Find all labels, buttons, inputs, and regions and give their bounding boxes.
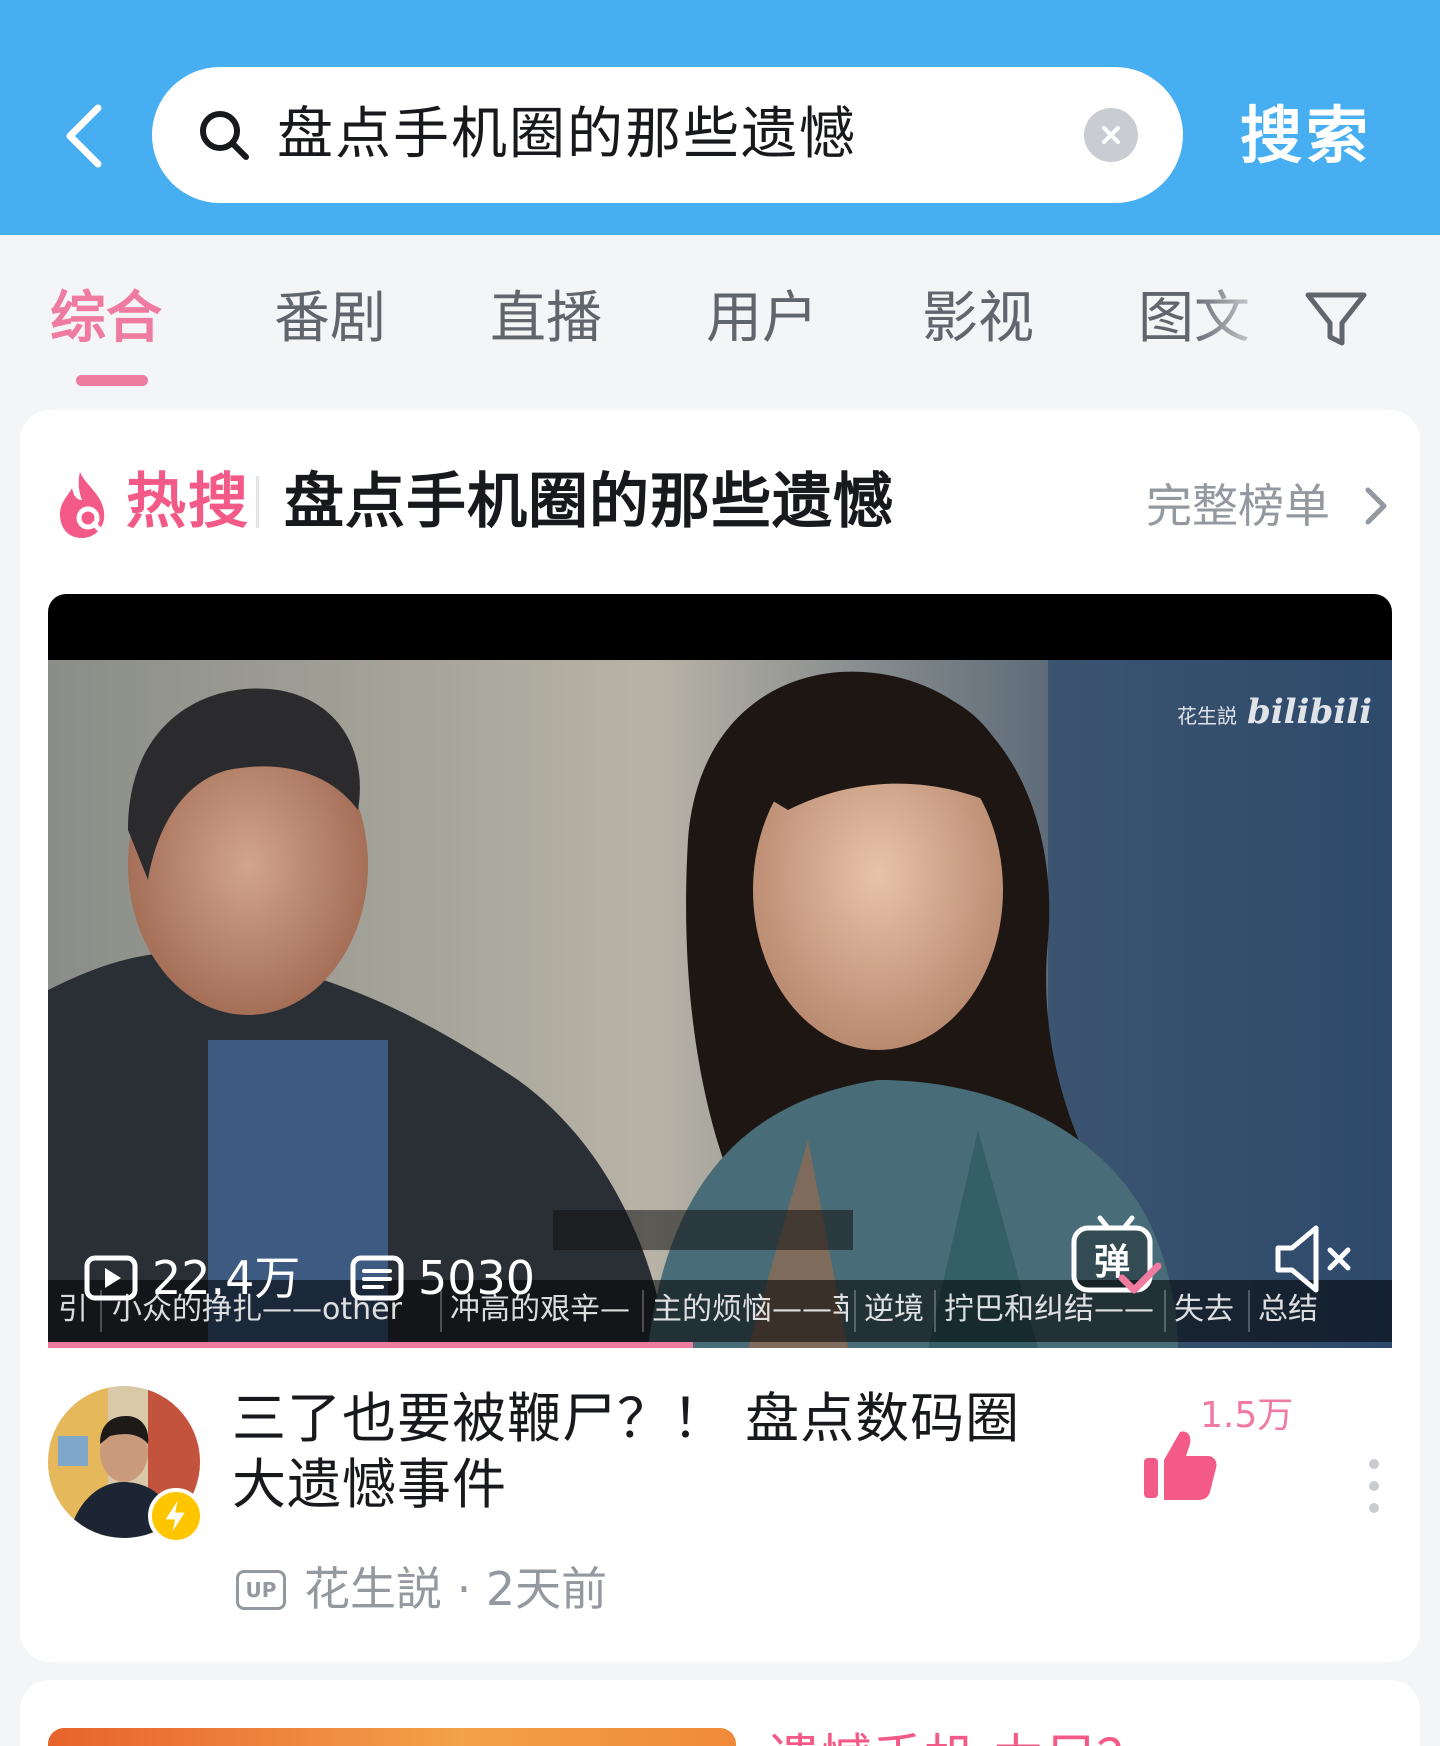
watermark-name: 花生説 [1176,704,1237,728]
hot-search-title: 盘点手机圈的那些遗憾 [284,467,894,537]
tab-anime[interactable]: 番剧 [274,283,386,355]
result-tabs: 综合 番剧 直播 用户 影视 图文 [0,235,1440,395]
tab-live[interactable]: 直播 [490,283,602,355]
hot-flame-icon [60,472,105,538]
danmaku-count: 5030 [350,1250,535,1306]
chevron-left-icon [66,104,102,168]
danmaku-toggle-icon[interactable]: 弹 [1070,1214,1162,1298]
search-header: 盘点手机圈的那些遗憾 搜索 [0,0,1440,235]
danmaku-count-value: 5030 [418,1251,536,1305]
filter-icon[interactable] [1302,285,1370,353]
back-button[interactable] [58,100,114,172]
video-player[interactable]: 花生説 bilibili 引 小众的挣扎——other 冲高的艰辛— 主的烦恼—… [48,594,1392,1348]
danmaku-count-icon [350,1255,404,1301]
view-count: 22.4万 [84,1250,300,1306]
tab-users[interactable]: 用户 [706,283,818,355]
play-count-icon [84,1255,138,1301]
chapter-separator [1164,1290,1166,1332]
video-watermark: 花生説 bilibili [1177,692,1372,732]
close-icon [1102,126,1120,144]
next-result-title: 遗憾手机 力足？ [768,1730,1149,1746]
video-title[interactable]: 三了也要被鞭尸？！ 盘点数码圈大遗憾事件 [232,1386,1032,1518]
up-badge: UP [236,1570,286,1610]
chevron-right-icon[interactable] [1360,482,1390,530]
search-input[interactable]: 盘点手机圈的那些遗憾 [152,67,1183,203]
mute-icon[interactable] [1272,1222,1356,1296]
search-icon [200,111,249,160]
tab-fade-overlay [1190,275,1290,365]
next-result-thumbnail [48,1728,736,1746]
chapter-separator [934,1290,936,1332]
search-submit-button[interactable]: 搜索 [1240,100,1372,172]
bilibili-logo: bilibili [1246,692,1372,732]
full-list-link[interactable]: 完整榜单 [1146,478,1330,534]
clear-search-button[interactable] [1084,108,1138,162]
video-progress-bar[interactable] [48,1342,694,1348]
active-tab-indicator [76,375,148,386]
chapter-item[interactable]: 主的烦恼——苹 [652,1288,848,1332]
chapter-item[interactable]: 失去 [1174,1288,1240,1332]
tab-all[interactable]: 综合 [50,283,162,355]
search-query: 盘点手机圈的那些遗憾 [277,102,857,167]
video-thumbnail [48,660,1392,1348]
chapter-separator [642,1290,644,1332]
next-result-card[interactable]: 遗憾手机 力足？ [20,1680,1420,1746]
chapter-separator [854,1290,856,1332]
tab-movies[interactable]: 影视 [922,283,1034,355]
view-count-value: 22.4万 [152,1251,301,1305]
more-options-icon[interactable] [1366,1456,1382,1516]
chapter-item[interactable]: 逆境 [864,1288,928,1332]
lightning-badge-icon [148,1488,204,1544]
hot-search-card: 热搜 盘点手机圈的那些遗憾 完整榜单 花生説 bilibili 引 小众的挣扎—… [20,410,1420,1662]
divider [256,476,259,528]
hot-search-label: 热搜 [126,467,250,537]
like-count: 1.5万 [1200,1395,1294,1436]
uploader-and-time[interactable]: 花生説 · 2天前 [304,1560,607,1618]
chapter-separator [1248,1290,1250,1332]
